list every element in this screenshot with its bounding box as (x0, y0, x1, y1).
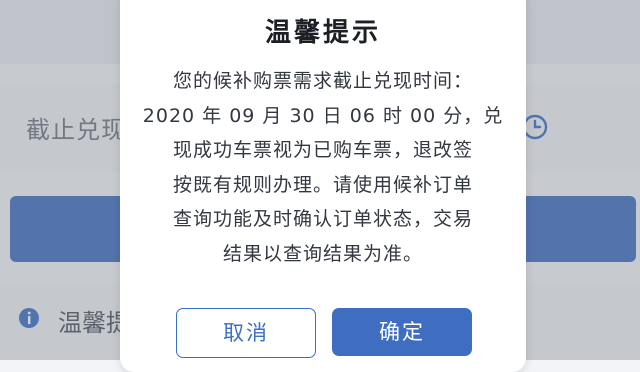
dialog-title: 温馨提示 (264, 18, 381, 48)
message-line: 2020 年 09 月 30 日 06 时 00 分，兑 (142, 104, 504, 127)
message-line: 结果以查询结果为准。 (222, 242, 423, 265)
message-line: 查询功能及时确认订单状态，交易 (172, 208, 473, 231)
confirm-button[interactable]: 确定 (332, 308, 472, 356)
message-line: 现成功车票视为已购车票，退改签 (172, 139, 473, 162)
warm-tips-dialog: 温馨提示 您的候补购票需求截止兑现时间： 2020 年 09 月 30 日 06… (120, 0, 526, 372)
dialog-message: 您的候补购票需求截止兑现时间： 2020 年 09 月 30 日 06 时 00… (140, 64, 506, 272)
message-line: 您的候补购票需求截止兑现时间： (172, 70, 473, 92)
message-line: 按既有规则办理。请使用候补订单 (172, 173, 473, 196)
cancel-button[interactable]: 取消 (176, 308, 316, 358)
